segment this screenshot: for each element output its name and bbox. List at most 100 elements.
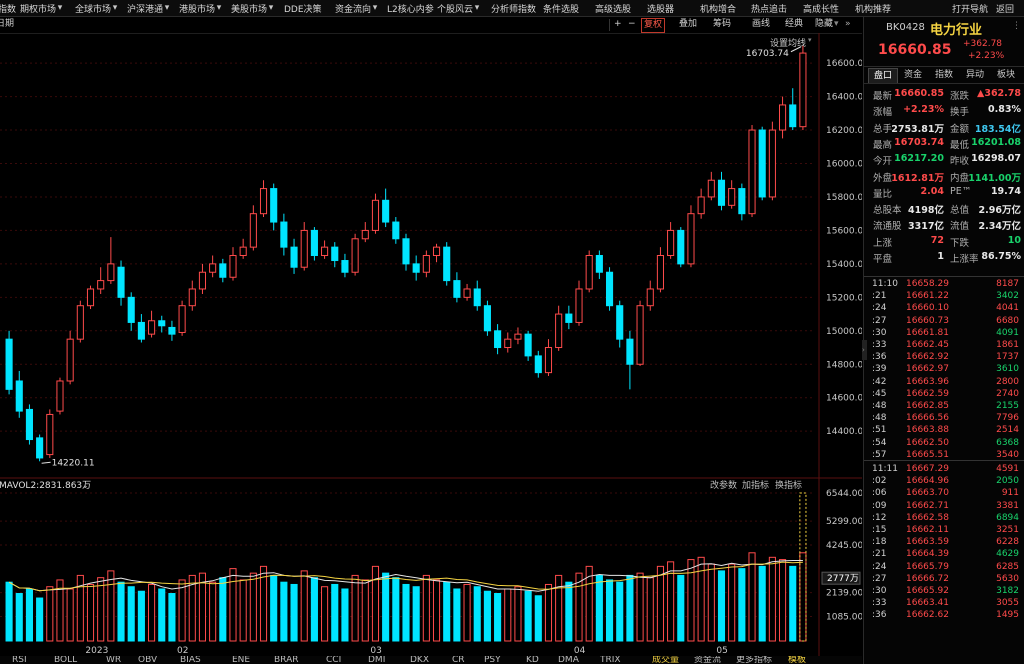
indicator-tab[interactable]: DMI <box>368 656 385 664</box>
volume-indicator-arrow-icon[interactable]: ↓ <box>82 481 89 490</box>
top-menu-item[interactable]: 热点追击 <box>751 2 787 15</box>
dropdown-arrow-icon[interactable]: ▾ <box>269 3 274 13</box>
dropdown-arrow-icon[interactable]: ▾ <box>373 3 378 13</box>
top-menu-item[interactable]: 高成长性 <box>803 2 839 15</box>
volume-bar <box>799 552 807 642</box>
top-menu-item[interactable]: 全球市场 <box>75 2 111 15</box>
candle-body <box>595 255 603 273</box>
candle-body <box>86 288 95 307</box>
indicator-tab[interactable]: DMA <box>558 656 579 664</box>
top-menu-item[interactable]: 港股市场 <box>179 2 215 15</box>
panel-toggle-handle[interactable]: › <box>862 340 867 360</box>
candle-body <box>605 271 614 307</box>
indicator-tab[interactable]: BRAR <box>274 656 298 664</box>
indicator-tab[interactable]: BOLL <box>54 656 77 664</box>
indicator-tab[interactable]: TRIX <box>600 656 621 664</box>
panel-tab[interactable]: 异动 <box>961 68 989 82</box>
dropdown-arrow-icon[interactable]: ▾ <box>217 3 222 13</box>
tick-price: 16663.88 <box>906 425 949 436</box>
period-selector[interactable]: 日期 <box>0 18 14 31</box>
stat-value: 86.75% <box>981 251 1021 262</box>
tick-volume: 911 <box>1001 488 1019 499</box>
candle-body <box>738 188 746 215</box>
volume-link[interactable]: 换指标 <box>775 479 802 491</box>
kline-chart[interactable]: 16600.0 16400.0 16200.0 16000.0 15800.0 15600… <box>0 33 862 656</box>
volume-bar <box>616 581 624 642</box>
tick-time: :27 <box>872 573 887 584</box>
indicator-tab[interactable]: OBV <box>138 656 157 664</box>
volume-link[interactable]: 改参数 <box>710 479 737 491</box>
overlay-button[interactable]: 叠加 <box>679 18 697 31</box>
indicator-tab[interactable]: BIAS <box>180 656 201 664</box>
candle-body <box>402 238 410 265</box>
top-menu-item[interactable]: 打开导航 <box>952 2 988 15</box>
top-menu-item[interactable]: 选股器 <box>647 2 674 15</box>
indicator-tabs: RSI BOLL WR OBV BIAS ENE BRAR CCI DMI DKX CR PSY KD D… <box>0 656 862 664</box>
tick-price: 16662.45 <box>906 340 949 350</box>
indicator-tab[interactable]: 更多指标 <box>736 656 772 664</box>
classic-button[interactable]: 经典 <box>785 18 803 31</box>
top-menu-item[interactable]: 美股市场 <box>231 2 267 15</box>
top-menu-item[interactable]: 指数 <box>0 2 16 15</box>
zoom-in-button[interactable]: + <box>614 18 622 31</box>
indicator-tab[interactable]: PSY <box>484 656 501 664</box>
draw-line-button[interactable]: 画线 <box>752 18 770 31</box>
volume-bar <box>249 572 257 642</box>
indicator-tab[interactable]: KD <box>526 656 539 664</box>
top-menu-item[interactable]: DDE决策 <box>284 2 322 15</box>
volume-bar <box>687 559 695 642</box>
indicator-tab[interactable]: WR <box>106 656 121 664</box>
tick-time: :48 <box>872 401 887 411</box>
indicator-tab[interactable]: CCI <box>326 656 341 664</box>
top-menu-item[interactable]: 资金流向 <box>335 2 371 15</box>
top-menu-item[interactable]: 高级选股 <box>595 2 631 15</box>
fuquan-button[interactable]: 复权 <box>641 18 666 33</box>
top-menu-item[interactable]: 返回 <box>996 2 1014 15</box>
stat-row: 量比 2.04 PE™ 19.74 <box>864 186 1024 201</box>
stat-value: +2.23% <box>903 104 944 116</box>
tick-volume: 3540 <box>996 449 1019 460</box>
stat-value: 19.74 <box>990 185 1021 197</box>
dropdown-arrow-icon[interactable]: ▾ <box>475 3 480 13</box>
collapse-panel-icon[interactable]: » <box>845 18 851 31</box>
panel-tab[interactable]: 资金 <box>899 68 927 82</box>
board-menu-icon[interactable]: ⋮ <box>1012 21 1021 31</box>
dropdown-arrow-icon[interactable]: ▾ <box>113 3 118 13</box>
tick-price: 16662.62 <box>906 610 949 621</box>
panel-tab[interactable]: 板块 <box>992 68 1020 82</box>
indicator-tab[interactable]: 模板 <box>788 656 806 664</box>
dropdown-arrow-icon[interactable]: ▾ <box>165 3 170 13</box>
top-menu-item[interactable]: 分析师指数 <box>491 2 536 15</box>
candle-body <box>178 305 186 333</box>
top-menu-item[interactable]: 期权市场 <box>20 2 56 15</box>
volume-link[interactable]: 加指标 <box>742 479 769 491</box>
indicator-tab[interactable]: CR <box>452 656 465 664</box>
price-axis-label: 15400.0 <box>826 260 862 270</box>
top-menu-item[interactable]: 机构推荐 <box>855 2 891 15</box>
indicator-tab[interactable]: 成交量 <box>652 656 679 664</box>
tick-volume: 1861 <box>996 340 1019 350</box>
top-menu-item[interactable]: L2核心内参 <box>387 2 434 15</box>
chips-button[interactable]: 筹码 <box>713 18 731 31</box>
panel-tab[interactable]: 指数 <box>930 68 958 82</box>
indicator-tab[interactable]: 资金流 <box>694 656 721 664</box>
top-menu-item[interactable]: 机构增合 <box>700 2 736 15</box>
panel-tab[interactable]: 盘口 <box>868 68 898 84</box>
candle-body <box>249 213 257 248</box>
hide-button[interactable]: 隐藏 <box>815 18 833 31</box>
volume-axis-highlight: 2777万 <box>827 574 859 584</box>
indicator-tab[interactable]: ENE <box>232 656 250 664</box>
hide-dropdown-icon[interactable]: ▾ <box>834 18 839 31</box>
indicator-tab[interactable]: RSI <box>12 656 27 664</box>
high-marker-arrow <box>790 46 802 53</box>
top-menu-item[interactable]: 条件选股 <box>543 2 579 15</box>
candle-body <box>443 246 451 282</box>
panel-divider <box>864 66 1024 67</box>
zoom-out-button[interactable]: − <box>628 18 636 31</box>
indicator-tab[interactable]: DKX <box>410 656 429 664</box>
volume-bar <box>148 583 156 642</box>
top-menu-item[interactable]: 沪深港通 <box>127 2 163 15</box>
dropdown-arrow-icon[interactable]: ▾ <box>58 3 63 13</box>
tick-price: 16664.96 <box>906 476 949 487</box>
top-menu-item[interactable]: 个股风云 <box>437 2 473 15</box>
